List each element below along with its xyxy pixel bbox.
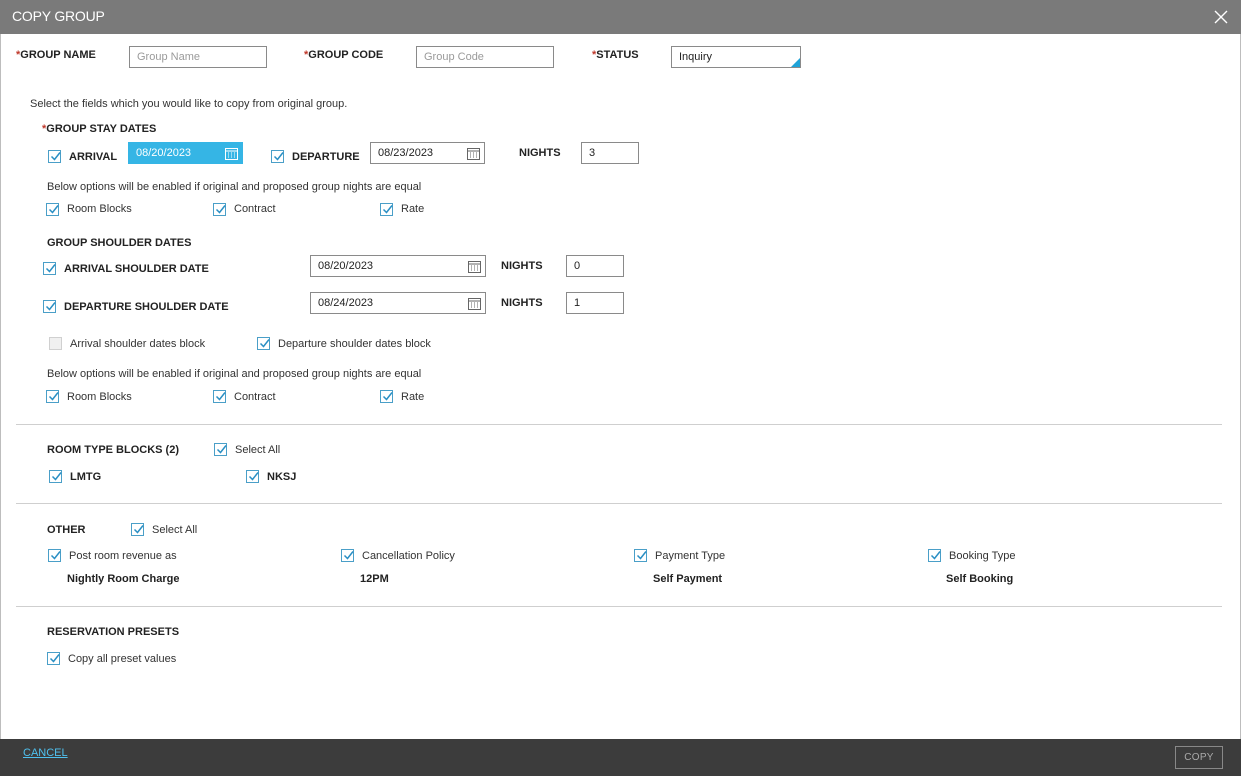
other-select-all-checkbox[interactable]	[131, 523, 144, 536]
group-code-label: *GROUP CODE	[304, 49, 384, 61]
departure-shoulder-date-value: 08/24/2023	[318, 297, 374, 309]
cancellation-policy-value: 12PM	[360, 573, 389, 585]
payment-type-checkbox[interactable]	[634, 549, 647, 562]
arrival-shoulder-label: ARRIVAL SHOULDER DATE	[64, 263, 209, 275]
departure-shoulder-nights-label: NIGHTS	[501, 297, 543, 309]
reservation-presets-title: RESERVATION PRESETS	[47, 626, 180, 638]
arrival-label: ARRIVAL	[69, 151, 118, 163]
cancellation-policy-checkbox[interactable]	[341, 549, 354, 562]
stay-room-blocks-label: Room Blocks	[67, 203, 132, 215]
arrival-shoulder-nights-label: NIGHTS	[501, 260, 543, 272]
shoulder-room-blocks-checkbox[interactable]	[46, 390, 59, 403]
calendar-icon[interactable]	[225, 147, 238, 160]
post-room-revenue-label: Post room revenue as	[69, 550, 177, 562]
departure-shoulder-nights-input[interactable]: 1	[566, 292, 624, 314]
post-room-revenue-checkbox[interactable]	[48, 549, 61, 562]
room-type-lmtg-label: LMTG	[70, 471, 102, 483]
shoulder-room-blocks-label: Room Blocks	[67, 391, 132, 403]
group-name-input[interactable]: Group Name	[129, 46, 267, 68]
intro-text: Select the fields which you would like t…	[30, 98, 348, 110]
payment-type-label: Payment Type	[655, 550, 726, 562]
departure-checkbox[interactable]	[271, 150, 284, 163]
section-divider	[16, 503, 1222, 504]
arrival-checkbox[interactable]	[48, 150, 61, 163]
nights-input[interactable]: 3	[581, 142, 639, 164]
section-divider	[16, 606, 1222, 607]
dialog-titlebar: COPY GROUP	[0, 0, 1241, 34]
booking-type-value: Self Booking	[946, 573, 1014, 585]
departure-label: DEPARTURE	[292, 151, 360, 163]
departure-shoulder-block-checkbox[interactable]	[257, 337, 270, 350]
post-room-revenue-value: Nightly Room Charge	[67, 573, 180, 585]
arrival-shoulder-checkbox[interactable]	[43, 262, 56, 275]
room-types-select-all-checkbox[interactable]	[214, 443, 227, 456]
stay-dates-note: Below options will be enabled if origina…	[47, 181, 422, 193]
cancellation-policy-label: Cancellation Policy	[362, 550, 455, 562]
dialog-footer: CANCEL COPY	[0, 739, 1241, 776]
departure-shoulder-label: DEPARTURE SHOULDER DATE	[64, 301, 229, 313]
group-code-input[interactable]: Group Code	[416, 46, 554, 68]
dropdown-corner-icon	[791, 58, 800, 67]
calendar-icon[interactable]	[467, 147, 480, 160]
room-type-nksj-checkbox[interactable]	[246, 470, 259, 483]
room-types-select-all-label: Select All	[235, 444, 281, 456]
room-type-lmtg-checkbox[interactable]	[49, 470, 62, 483]
stay-room-blocks-checkbox[interactable]	[46, 203, 59, 216]
booking-type-checkbox[interactable]	[928, 549, 941, 562]
payment-type-value: Self Payment	[653, 573, 723, 585]
dialog-title: COPY GROUP	[12, 8, 105, 24]
shoulder-rate-checkbox[interactable]	[380, 390, 393, 403]
checkmark-icon	[50, 152, 61, 161]
arrival-date-value: 08/20/2023	[136, 147, 192, 159]
departure-shoulder-checkbox[interactable]	[43, 300, 56, 313]
departure-date-value: 08/23/2023	[378, 147, 434, 159]
calendar-icon[interactable]	[468, 297, 481, 310]
departure-shoulder-block-label: Departure shoulder dates block	[278, 338, 431, 350]
other-title: OTHER	[47, 524, 86, 536]
shoulder-contract-checkbox[interactable]	[213, 390, 226, 403]
stay-dates-title: *GROUP STAY DATES	[42, 123, 157, 135]
dialog-body	[0, 34, 1241, 739]
shoulder-dates-title: GROUP SHOULDER DATES	[47, 237, 192, 249]
room-type-blocks-title: ROOM TYPE BLOCKS (2)	[47, 444, 180, 456]
room-type-nksj-label: NKSJ	[267, 471, 297, 483]
booking-type-label: Booking Type	[949, 550, 1016, 562]
group-name-label: *GROUP NAME	[16, 49, 96, 61]
section-divider	[16, 424, 1222, 425]
arrival-shoulder-block-checkbox[interactable]	[49, 337, 62, 350]
copy-all-presets-checkbox[interactable]	[47, 652, 60, 665]
copy-all-presets-label: Copy all preset values	[68, 653, 177, 665]
stay-rate-label: Rate	[401, 203, 425, 215]
shoulder-contract-label: Contract	[234, 391, 276, 403]
cancel-button[interactable]: CANCEL	[23, 747, 68, 759]
arrival-date-input[interactable]: 08/20/2023	[128, 142, 243, 164]
arrival-shoulder-block-label: Arrival shoulder dates block	[70, 338, 206, 350]
nights-label: NIGHTS	[519, 147, 561, 159]
other-select-all-label: Select All	[152, 524, 198, 536]
stay-rate-checkbox[interactable]	[380, 203, 393, 216]
close-icon[interactable]	[1213, 9, 1229, 25]
stay-contract-label: Contract	[234, 203, 276, 215]
departure-date-input[interactable]: 08/23/2023	[370, 142, 485, 164]
arrival-shoulder-date-value: 08/20/2023	[318, 260, 374, 272]
stay-contract-checkbox[interactable]	[213, 203, 226, 216]
status-label: *STATUS	[592, 49, 639, 61]
status-select[interactable]: Inquiry	[671, 46, 801, 68]
calendar-icon[interactable]	[468, 260, 481, 273]
status-value: Inquiry	[679, 51, 713, 63]
copy-button[interactable]: COPY	[1175, 746, 1223, 769]
shoulder-dates-note: Below options will be enabled if origina…	[47, 368, 422, 380]
shoulder-rate-label: Rate	[401, 391, 425, 403]
arrival-shoulder-date-input[interactable]: 08/20/2023	[310, 255, 486, 277]
departure-shoulder-date-input[interactable]: 08/24/2023	[310, 292, 486, 314]
arrival-shoulder-nights-input[interactable]: 0	[566, 255, 624, 277]
